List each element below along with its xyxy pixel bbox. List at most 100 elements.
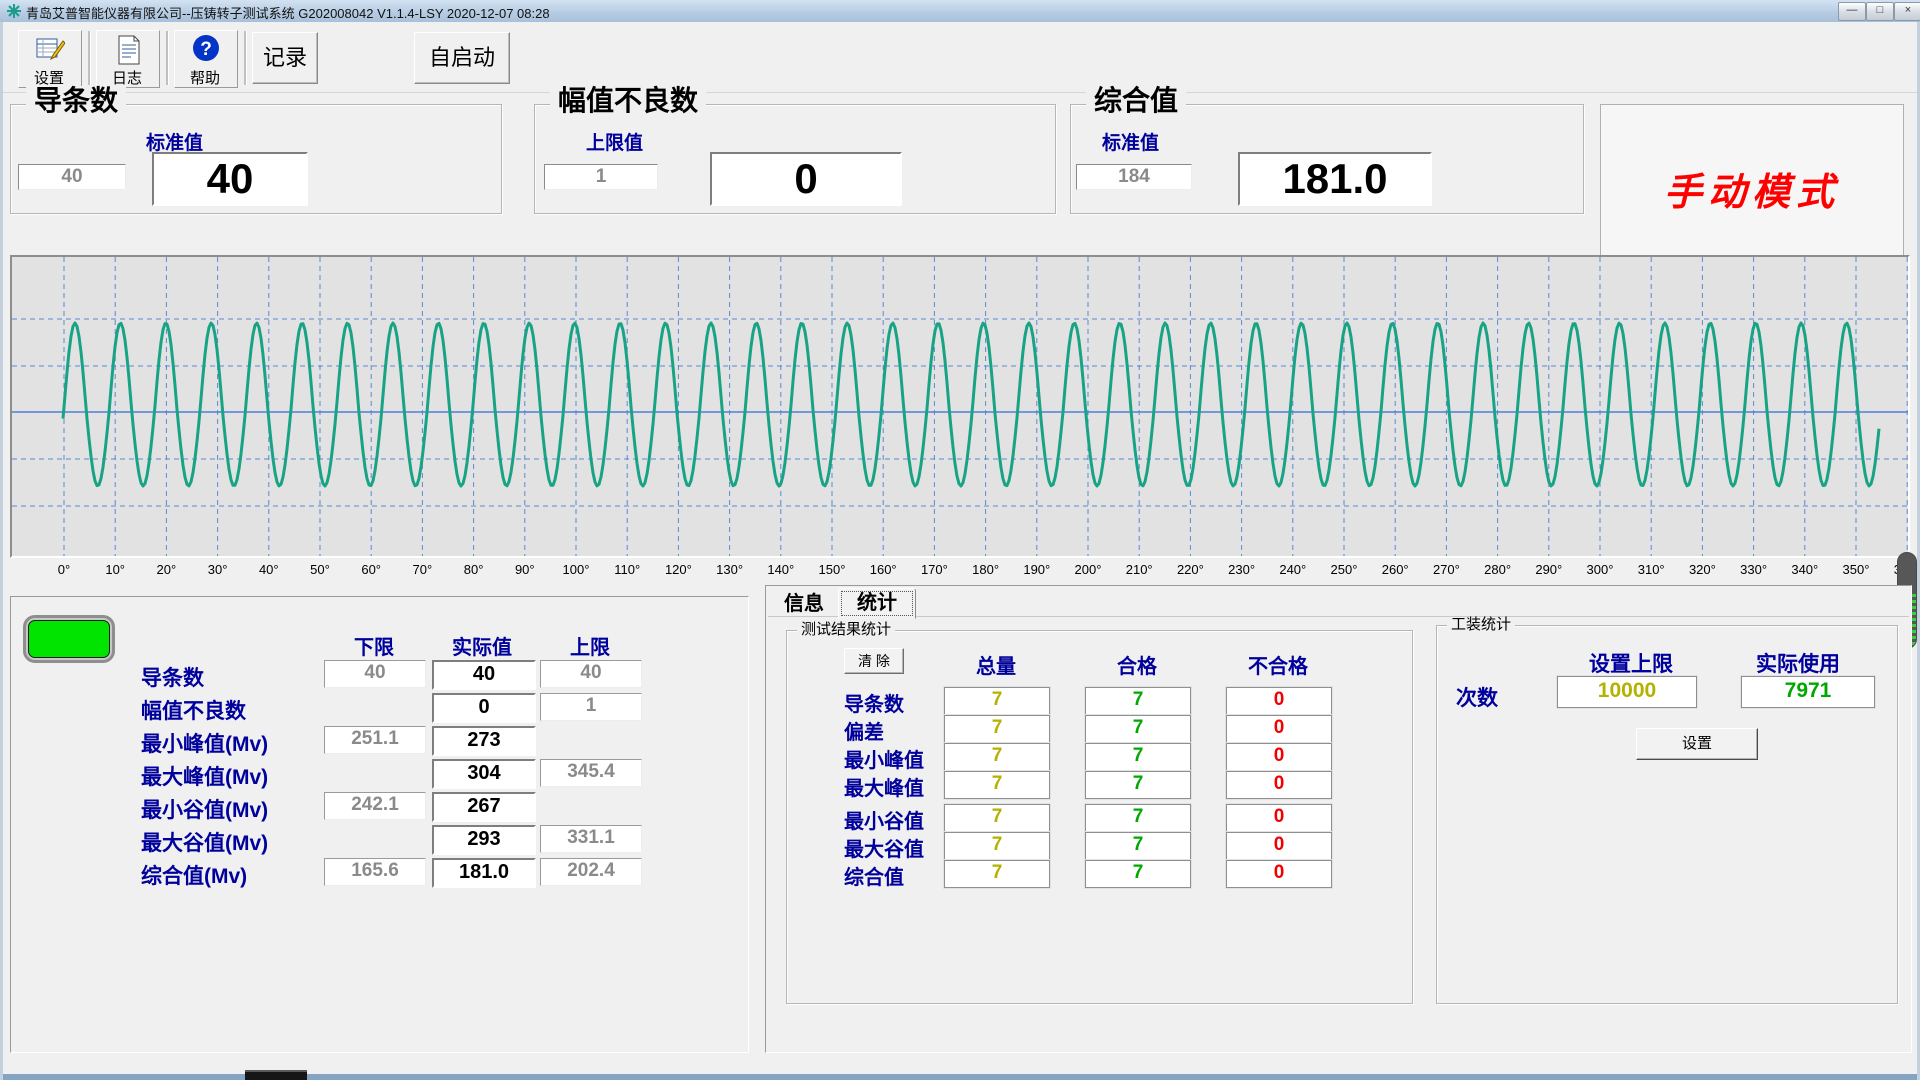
help-button-label: 帮助 xyxy=(175,67,235,88)
amp-defect-value: 0 xyxy=(710,152,902,206)
result-row-label: 导条数 xyxy=(141,662,204,692)
stats-pass-box: 7 xyxy=(1085,715,1191,743)
background-window-fragment xyxy=(245,1070,307,1080)
waveform-svg xyxy=(12,257,1908,556)
result-row-label: 最大谷值(Mv) xyxy=(141,827,268,857)
help-icon: ? xyxy=(192,34,220,62)
result-actual-box: 181.0 xyxy=(432,858,536,888)
autostart-button[interactable]: 自启动 xyxy=(414,32,510,84)
result-actual-box: 293 xyxy=(432,825,536,855)
x-axis-tick-label: 150° xyxy=(807,562,857,577)
tab-info[interactable]: 信息 xyxy=(776,592,832,616)
status-lamp-light xyxy=(28,620,110,658)
settings-button-label: 设置 xyxy=(19,67,79,88)
stats-pass-box: 7 xyxy=(1085,804,1191,832)
x-axis-tick-label: 160° xyxy=(858,562,908,577)
stats-pass-box: 7 xyxy=(1085,687,1191,715)
x-axis-tick-label: 280° xyxy=(1473,562,1523,577)
x-axis-tick-label: 300° xyxy=(1575,562,1625,577)
window-frame-left xyxy=(0,22,3,1080)
result-panel: 下限 实际值 上限 导条数404040幅值不良数01最小峰值(Mv)251.12… xyxy=(10,596,749,1053)
x-axis-tick-label: 60° xyxy=(346,562,396,577)
waveform-chart xyxy=(10,255,1910,558)
bar-count-setpoint: 40 xyxy=(18,164,126,190)
app-icon xyxy=(6,3,22,19)
result-actual-box: 40 xyxy=(432,660,536,690)
result-upper-box: 1 xyxy=(540,693,642,721)
help-button[interactable]: ? 帮助 xyxy=(174,30,238,88)
x-axis-tick-label: 330° xyxy=(1729,562,1779,577)
svg-text:?: ? xyxy=(200,39,212,60)
x-axis-tick-label: 190° xyxy=(1012,562,1062,577)
result-lower-box: 165.6 xyxy=(324,858,426,886)
stats-total-box: 7 xyxy=(944,771,1050,799)
tooling-header-used: 实际使用 xyxy=(1723,648,1873,678)
bar-count-value: 40 xyxy=(152,152,308,206)
log-button[interactable]: 日志 xyxy=(96,30,160,88)
bar-count-title: 导条数 xyxy=(26,86,126,118)
x-axis-tick-label: 120° xyxy=(653,562,703,577)
stats-pass-box: 7 xyxy=(1085,860,1191,888)
x-axis-tick-label: 220° xyxy=(1165,562,1215,577)
stats-fail-box: 0 xyxy=(1226,771,1332,799)
result-row-label: 综合值(Mv) xyxy=(141,860,247,890)
amp-defect-limit-label: 上限值 xyxy=(586,128,643,155)
composite-setpoint: 184 xyxy=(1076,164,1192,190)
x-axis-labels: 0°10°20°30°40°50°60°70°80°90°100°110°120… xyxy=(12,560,1908,580)
x-axis-tick-label: 270° xyxy=(1421,562,1471,577)
x-axis-tick-label: 80° xyxy=(449,562,499,577)
result-lower-box: 40 xyxy=(324,660,426,688)
x-axis-tick-label: 30° xyxy=(193,562,243,577)
result-row-label: 最大峰值(Mv) xyxy=(141,761,268,791)
title-bar[interactable]: 青岛艾普智能仪器有限公司--压铸转子测试系统 G202008042 V1.1.4… xyxy=(0,0,1920,23)
tooling-used-value: 7971 xyxy=(1741,676,1875,708)
toolbar-separator xyxy=(88,31,91,85)
x-axis-tick-label: 50° xyxy=(295,562,345,577)
mode-panel: 手动模式 xyxy=(1600,104,1904,262)
maximize-button[interactable]: □ xyxy=(1866,2,1894,21)
settings-button[interactable]: 设置 xyxy=(18,30,82,88)
tooling-stats-group-title: 工装统计 xyxy=(1447,617,1515,633)
result-actual-box: 267 xyxy=(432,792,536,822)
x-axis-tick-label: 40° xyxy=(244,562,294,577)
stats-row-label: 偏差 xyxy=(844,716,884,745)
result-upper-box: 345.4 xyxy=(540,759,642,787)
tab-stats[interactable]: 统计 xyxy=(838,588,916,619)
stats-header-fail: 不合格 xyxy=(1221,650,1335,679)
x-axis-tick-label: 210° xyxy=(1114,562,1164,577)
record-button[interactable]: 记录 xyxy=(252,32,318,84)
result-upper-box: 40 xyxy=(540,660,642,688)
result-header-actual: 实际值 xyxy=(432,631,532,660)
x-axis-tick-label: 110° xyxy=(602,562,652,577)
stats-pass-box: 7 xyxy=(1085,771,1191,799)
stats-row-label: 最小峰值 xyxy=(844,744,924,773)
amp-defect-title: 幅值不良数 xyxy=(550,86,706,118)
stats-fail-box: 0 xyxy=(1226,860,1332,888)
close-button[interactable]: × xyxy=(1894,2,1920,21)
clear-button[interactable]: 清 除 xyxy=(844,648,904,674)
x-axis-tick-label: 250° xyxy=(1319,562,1369,577)
status-lamp xyxy=(23,615,115,663)
stats-header-total: 总量 xyxy=(939,650,1053,679)
result-lower-box: 251.1 xyxy=(324,726,426,754)
result-upper-box: 202.4 xyxy=(540,858,642,886)
composite-value: 181.0 xyxy=(1238,152,1432,206)
tooling-set-button[interactable]: 设置 xyxy=(1636,728,1758,760)
test-stats-group-title: 测试结果统计 xyxy=(797,622,895,638)
toolbar-separator xyxy=(166,31,169,85)
x-axis-tick-label: 20° xyxy=(141,562,191,577)
stats-total-box: 7 xyxy=(944,715,1050,743)
result-actual-box: 273 xyxy=(432,726,536,756)
x-axis-tick-label: 290° xyxy=(1524,562,1574,577)
x-axis-tick-label: 0° xyxy=(39,562,89,577)
stats-total-box: 7 xyxy=(944,804,1050,832)
stats-total-box: 7 xyxy=(944,687,1050,715)
x-axis-tick-label: 340° xyxy=(1780,562,1830,577)
stats-fail-box: 0 xyxy=(1226,687,1332,715)
minimize-button[interactable]: — xyxy=(1838,2,1866,21)
tooling-limit-value: 10000 xyxy=(1557,676,1697,708)
stats-row-label: 最大谷值 xyxy=(844,833,924,862)
result-header-upper: 上限 xyxy=(540,631,640,660)
amp-defect-limit: 1 xyxy=(544,164,658,190)
settings-icon xyxy=(35,35,65,65)
